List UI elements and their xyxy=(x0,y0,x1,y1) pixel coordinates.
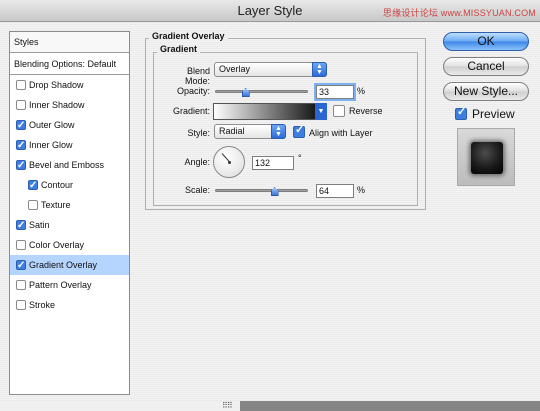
style-item-label: Drop Shadow xyxy=(29,80,84,90)
gradient-dropdown-arrow-icon[interactable]: ▼ xyxy=(315,103,327,120)
style-checkbox[interactable] xyxy=(16,100,26,110)
scale-slider-track[interactable] xyxy=(215,189,308,192)
blend-mode-label: Blend Mode: xyxy=(184,66,210,86)
style-checkbox[interactable] xyxy=(16,280,26,290)
style-item-label: Stroke xyxy=(29,300,56,310)
title-bar: Layer Style 思缘设计论坛 www.MISSYUAN.COM xyxy=(0,0,540,22)
style-checkbox[interactable] xyxy=(16,216,26,236)
style-preview xyxy=(457,128,515,186)
opacity-label: Opacity: xyxy=(176,86,210,96)
gradient-label: Gradient: xyxy=(172,106,210,116)
blending-options-item[interactable]: Blending Options: Default xyxy=(10,53,129,75)
angle-input[interactable]: 132 xyxy=(252,156,294,170)
updown-arrows-icon: ▲ ▼ xyxy=(271,124,286,139)
style-checkbox[interactable] xyxy=(16,156,26,176)
style-select[interactable]: Radial ▲ ▼ xyxy=(214,124,286,139)
style-checkbox[interactable] xyxy=(16,300,26,310)
gradient-overlay-title: Gradient Overlay xyxy=(149,31,228,41)
cancel-button[interactable]: Cancel xyxy=(443,57,529,76)
style-checkbox[interactable] xyxy=(28,200,38,210)
opacity-input[interactable]: 33 xyxy=(316,85,354,99)
gradient-picker[interactable] xyxy=(213,103,327,120)
style-item[interactable]: Inner Shadow xyxy=(10,95,129,115)
resize-grip-icon[interactable]: ⠿⠿ xyxy=(222,401,233,410)
style-item-label: Pattern Overlay xyxy=(29,280,92,290)
layer-style-dialog: Layer Style 思缘设计论坛 www.MISSYUAN.COM Styl… xyxy=(0,0,540,401)
style-item-label: Gradient Overlay xyxy=(29,260,98,270)
style-item[interactable]: Stroke xyxy=(10,295,129,315)
style-checkbox[interactable] xyxy=(16,256,26,276)
opacity-unit: % xyxy=(357,86,366,96)
gradient-subgroup-title: Gradient xyxy=(157,44,201,54)
scale-label: Scale: xyxy=(184,185,210,195)
style-checkbox[interactable] xyxy=(16,240,26,250)
scale-unit: % xyxy=(357,185,366,195)
style-label: Style: xyxy=(187,128,210,138)
bottom-background xyxy=(240,401,540,411)
styles-header[interactable]: Styles xyxy=(10,32,129,53)
style-item-label: Inner Shadow xyxy=(29,100,85,110)
style-item-label: Satin xyxy=(29,220,50,230)
watermark-text: 思缘设计论坛 www.MISSYUAN.COM xyxy=(382,8,536,18)
style-item[interactable]: Outer Glow xyxy=(10,115,129,136)
updown-arrows-icon: ▲ ▼ xyxy=(312,62,327,77)
blend-mode-value: Overlay xyxy=(219,64,251,74)
style-checkbox[interactable] xyxy=(16,80,26,90)
style-item-label: Inner Glow xyxy=(29,140,73,150)
style-item-label: Color Overlay xyxy=(29,240,85,250)
style-item-label: Outer Glow xyxy=(29,120,75,130)
reverse-checkbox[interactable] xyxy=(333,105,345,117)
align-with-layer-label: Align with Layer xyxy=(309,128,373,138)
style-item[interactable]: Contour xyxy=(10,175,129,196)
blend-mode-select[interactable]: Overlay ▲ ▼ xyxy=(214,62,327,77)
scale-input[interactable]: 64 xyxy=(316,184,354,198)
angle-unit: ° xyxy=(298,153,302,163)
ok-button[interactable]: OK xyxy=(443,32,529,51)
style-item[interactable]: Bevel and Emboss xyxy=(10,155,129,176)
window-title: Layer Style xyxy=(237,3,303,18)
angle-label: Angle: xyxy=(184,157,210,167)
preview-checkbox[interactable] xyxy=(455,105,467,120)
style-checkbox[interactable] xyxy=(28,176,38,196)
styles-list: Styles Blending Options: Default Drop Sh… xyxy=(9,31,130,395)
style-checkbox[interactable] xyxy=(16,136,26,156)
style-item[interactable]: Texture xyxy=(10,195,129,215)
new-style-button[interactable]: New Style... xyxy=(443,82,529,101)
style-value: Radial xyxy=(219,126,245,136)
preview-swatch xyxy=(471,142,503,174)
style-item-label: Contour xyxy=(41,180,74,190)
style-item[interactable]: Gradient Overlay xyxy=(10,255,129,276)
angle-center-dot xyxy=(228,161,231,164)
opacity-slider-track[interactable] xyxy=(215,90,308,93)
style-item[interactable]: Inner Glow xyxy=(10,135,129,156)
style-item[interactable]: Satin xyxy=(10,215,129,236)
reverse-label: Reverse xyxy=(349,106,383,116)
preview-label: Preview xyxy=(472,107,515,121)
style-item[interactable]: Color Overlay xyxy=(10,235,129,255)
style-item-label: Texture xyxy=(41,200,71,210)
style-checkbox[interactable] xyxy=(16,116,26,136)
style-item[interactable]: Drop Shadow xyxy=(10,75,129,95)
align-with-layer-checkbox[interactable] xyxy=(293,123,305,138)
angle-dial[interactable] xyxy=(213,146,245,178)
style-item[interactable]: Pattern Overlay xyxy=(10,275,129,295)
style-item-label: Bevel and Emboss xyxy=(29,160,105,170)
